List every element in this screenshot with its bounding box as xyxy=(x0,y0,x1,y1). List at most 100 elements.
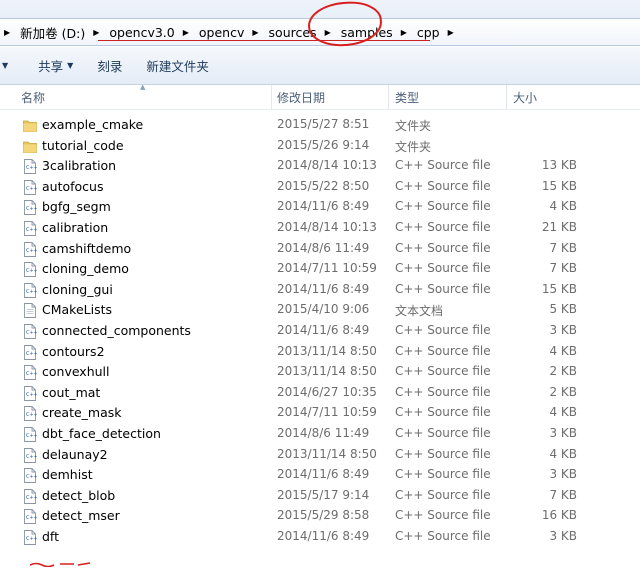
cpp-file-icon: C++ xyxy=(23,385,38,401)
text-file-icon xyxy=(23,303,37,319)
breadcrumb-label: cpp xyxy=(416,24,440,40)
file-row[interactable]: C++ cout_mat 2014/6/27 10:35 C++ Source fil… xyxy=(0,383,640,404)
file-name: tutorial_code xyxy=(42,137,124,153)
file-row[interactable]: C++ 3calibration 2014/8/14 10:13 C++ Source… xyxy=(0,156,640,177)
file-date: 2015/5/29 8:58 xyxy=(277,508,370,523)
column-divider[interactable] xyxy=(271,85,272,109)
chevron-right-icon[interactable]: ▶ xyxy=(179,28,195,37)
file-date: 2014/11/6 8:49 xyxy=(277,281,370,296)
file-date: 2015/5/27 8:51 xyxy=(277,117,370,131)
column-type-header[interactable]: 类型 xyxy=(395,89,419,106)
column-size-header[interactable]: 大小 xyxy=(513,89,537,106)
file-row[interactable]: C++ demhist 2014/11/6 8:49 C++ Source file 3… xyxy=(0,465,640,486)
column-date-header[interactable]: 修改日期 xyxy=(277,89,325,106)
file-row[interactable]: C++ contours2 2013/11/14 8:50 C++ Source fi… xyxy=(0,342,640,363)
new-folder-button[interactable]: 新建文件夹 xyxy=(134,56,221,75)
svg-text:C++: C++ xyxy=(26,206,37,212)
file-date: 2014/8/14 10:13 xyxy=(277,219,377,234)
file-row[interactable]: C++ dft 2014/11/6 8:49 C++ Source file 3 KB xyxy=(0,527,640,548)
chevron-right-icon[interactable]: ▶ xyxy=(444,28,460,37)
file-name: cloning_demo xyxy=(42,261,129,277)
cpp-file-icon: C++ xyxy=(23,488,38,504)
file-name: contours2 xyxy=(42,343,105,359)
column-divider[interactable] xyxy=(388,85,389,109)
file-row[interactable]: CMakeLists 2015/4/10 9:06 文本文档 5 KB xyxy=(0,300,640,321)
cpp-file-icon: C++ xyxy=(23,406,38,422)
file-type: C++ Source file xyxy=(395,281,491,296)
cpp-file-icon: C++ xyxy=(23,179,38,195)
file-type: C++ Source file xyxy=(395,384,491,399)
chevron-right-icon[interactable]: ▶ xyxy=(248,28,264,37)
file-size: 3 KB xyxy=(549,528,577,543)
cpp-file-icon: C++ xyxy=(23,221,38,236)
annotation-underline xyxy=(98,40,430,41)
file-row[interactable]: C++ connected_components 2014/11/6 8:49 C++… xyxy=(0,321,640,342)
column-divider[interactable] xyxy=(506,85,507,109)
cpp-file-icon: C++ xyxy=(23,282,38,298)
file-size: 3 KB xyxy=(549,425,577,440)
file-size: 2 KB xyxy=(549,364,577,379)
column-name-header[interactable]: 名称 xyxy=(21,89,45,106)
file-date: 2014/11/6 8:49 xyxy=(277,528,370,543)
file-date: 2013/11/14 8:50 xyxy=(277,364,377,379)
file-size: 4 KB xyxy=(549,405,577,420)
sort-ascending-icon: ▲ xyxy=(140,83,146,91)
chevron-right-icon[interactable]: ▶ xyxy=(397,28,413,37)
file-type: C++ Source file xyxy=(395,405,491,420)
file-type: 文件夹 xyxy=(395,119,432,133)
file-date: 2014/6/27 10:35 xyxy=(277,384,377,399)
file-size: 7 KB xyxy=(549,261,577,276)
file-row[interactable]: C++ delaunay2 2013/11/14 8:50 C++ Source fi… xyxy=(0,445,640,466)
cropped-bottom xyxy=(0,548,640,569)
file-date: 2015/5/26 9:14 xyxy=(277,137,370,152)
file-size: 7 KB xyxy=(549,240,577,255)
file-row[interactable]: C++ detect_blob 2015/5/17 9:14 C++ Source f… xyxy=(0,486,640,507)
share-label: 共享 xyxy=(38,59,64,74)
file-row[interactable]: C++ create_mask 2014/7/11 10:59 C++ Source … xyxy=(0,403,640,424)
file-list: example_cmake 2015/5/27 8:51 文件夹 tutorial_c… xyxy=(0,115,640,547)
column-header: ▲ 名称 修改日期 类型 大小 xyxy=(0,83,640,110)
cpp-file-icon: C++ xyxy=(23,159,38,175)
file-type: C++ Source file xyxy=(395,343,491,358)
svg-text:C++: C++ xyxy=(26,289,37,295)
file-row[interactable]: C++ dbt_face_detection 2014/8/6 11:49 C++ S… xyxy=(0,424,640,445)
file-type: C++ Source file xyxy=(395,199,491,214)
svg-text:C++: C++ xyxy=(26,392,37,398)
file-row[interactable]: C++ camshiftdemo 2014/8/6 11:49 C++ Source … xyxy=(0,239,640,260)
file-row[interactable]: C++ calibration 2014/8/14 10:13 C++ Source … xyxy=(0,218,640,239)
breadcrumb-opencv[interactable]: opencv ▶ xyxy=(195,19,265,45)
file-row[interactable]: C++ cloning_demo 2014/7/11 10:59 C++ Source… xyxy=(0,259,640,280)
file-size: 5 KB xyxy=(549,302,577,317)
chevron-down-icon[interactable]: ▼ xyxy=(0,61,26,70)
cpp-file-icon: C++ xyxy=(23,365,38,381)
file-size: 4 KB xyxy=(549,446,577,461)
file-name: example_cmake xyxy=(42,117,144,132)
file-name: connected_components xyxy=(42,322,191,338)
file-name: convexhull xyxy=(42,364,110,380)
burn-button[interactable]: 刻录 xyxy=(85,56,134,75)
breadcrumb-label: opencv xyxy=(198,24,245,40)
file-row[interactable]: C++ convexhull 2013/11/14 8:50 C++ Source f… xyxy=(0,362,640,383)
breadcrumb-drive[interactable]: 新加卷 (D:) ▶ xyxy=(16,19,105,45)
file-name: autofocus xyxy=(42,178,104,194)
file-date: 2013/11/14 8:50 xyxy=(277,446,377,461)
chevron-right-icon[interactable]: ▶ xyxy=(89,28,105,37)
share-button[interactable]: 共享 ▼ xyxy=(26,56,85,75)
file-row[interactable]: C++ bgfg_segm 2014/11/6 8:49 C++ Source fil… xyxy=(0,197,640,218)
file-date: 2014/7/11 10:59 xyxy=(277,261,377,276)
breadcrumb-cpp[interactable]: cpp ▶ xyxy=(413,19,460,45)
file-type: C++ Source file xyxy=(395,425,491,440)
file-row[interactable]: C++ cloning_gui 2014/11/6 8:49 C++ Source f… xyxy=(0,280,640,301)
file-date: 2015/5/17 9:14 xyxy=(277,487,370,502)
file-row[interactable]: tutorial_code 2015/5/26 9:14 文件夹 xyxy=(0,136,640,157)
file-name: cloning_gui xyxy=(42,281,113,297)
file-size: 16 KB xyxy=(541,508,577,523)
file-row[interactable]: example_cmake 2015/5/27 8:51 文件夹 xyxy=(0,115,640,136)
file-date: 2014/11/6 8:49 xyxy=(277,467,370,482)
svg-text:C++: C++ xyxy=(26,165,37,171)
file-row[interactable]: C++ autofocus 2015/5/22 8:50 C++ Source fil… xyxy=(0,177,640,198)
chevron-right-icon[interactable]: ▶ xyxy=(0,28,16,37)
breadcrumb-opencv3[interactable]: opencv3.0 ▶ xyxy=(105,19,195,45)
file-row[interactable]: C++ detect_mser 2015/5/29 8:58 C++ Source f… xyxy=(0,506,640,527)
folder-icon xyxy=(23,139,37,154)
